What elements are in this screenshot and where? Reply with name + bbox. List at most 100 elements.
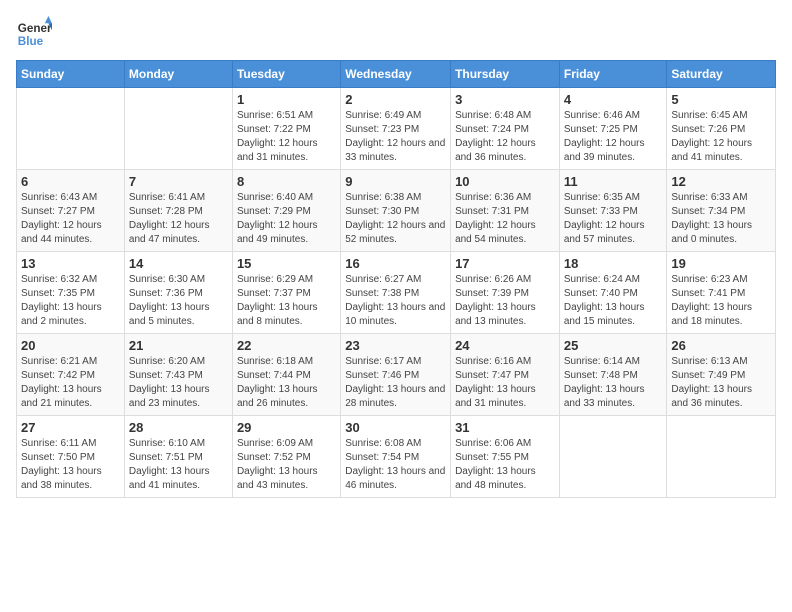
weekday-header-monday: Monday bbox=[124, 61, 232, 88]
calendar-cell: 29 Sunrise: 6:09 AM Sunset: 7:52 PM Dayli… bbox=[232, 416, 340, 498]
calendar-cell: 2 Sunrise: 6:49 AM Sunset: 7:23 PM Daylig… bbox=[341, 88, 451, 170]
calendar-cell: 14 Sunrise: 6:30 AM Sunset: 7:36 PM Dayli… bbox=[124, 252, 232, 334]
calendar-cell: 4 Sunrise: 6:46 AM Sunset: 7:25 PM Daylig… bbox=[559, 88, 667, 170]
calendar-cell: 30Sunrise: 6:08 AM Sunset: 7:54 PM Dayli… bbox=[341, 416, 451, 498]
day-number: 5 bbox=[671, 92, 771, 107]
day-number: 25 bbox=[564, 338, 663, 353]
day-number: 8 bbox=[237, 174, 336, 189]
day-info: Sunrise: 6:43 AM Sunset: 7:27 PM Dayligh… bbox=[21, 191, 120, 247]
calendar-cell: 31 Sunrise: 6:06 AM Sunset: 7:55 PM Dayli… bbox=[451, 416, 560, 498]
day-info: Sunrise: 6:48 AM Sunset: 7:24 PM Dayligh… bbox=[455, 109, 555, 165]
calendar-cell: 8 Sunrise: 6:40 AM Sunset: 7:29 PM Daylig… bbox=[232, 170, 340, 252]
calendar-cell: 18 Sunrise: 6:24 AM Sunset: 7:40 PM Dayli… bbox=[559, 252, 667, 334]
calendar-header-row: SundayMondayTuesdayWednesdayThursdayFrid… bbox=[17, 61, 776, 88]
calendar-cell: 3 Sunrise: 6:48 AM Sunset: 7:24 PM Daylig… bbox=[451, 88, 560, 170]
calendar-cell: 24 Sunrise: 6:16 AM Sunset: 7:47 PM Dayli… bbox=[451, 334, 560, 416]
day-number: 6 bbox=[21, 174, 120, 189]
day-number: 7 bbox=[129, 174, 228, 189]
calendar-cell: 22 Sunrise: 6:18 AM Sunset: 7:44 PM Dayli… bbox=[232, 334, 340, 416]
day-info: Sunrise: 6:17 AM Sunset: 7:46 PM Dayligh… bbox=[345, 355, 446, 411]
day-number: 24 bbox=[455, 338, 555, 353]
calendar-cell: 25 Sunrise: 6:14 AM Sunset: 7:48 PM Dayli… bbox=[559, 334, 667, 416]
calendar-cell: 21Sunrise: 6:20 AM Sunset: 7:43 PM Dayli… bbox=[124, 334, 232, 416]
day-number: 14 bbox=[129, 256, 228, 271]
day-info: Sunrise: 6:35 AM Sunset: 7:33 PM Dayligh… bbox=[564, 191, 663, 247]
calendar-week-5: 27 Sunrise: 6:11 AM Sunset: 7:50 PM Dayli… bbox=[17, 416, 776, 498]
day-info: Sunrise: 6:27 AM Sunset: 7:38 PM Dayligh… bbox=[345, 273, 446, 329]
day-info: Sunrise: 6:51 AM Sunset: 7:22 PM Dayligh… bbox=[237, 109, 336, 165]
calendar-cell: 19 Sunrise: 6:23 AM Sunset: 7:41 PM Dayli… bbox=[667, 252, 776, 334]
weekday-header-thursday: Thursday bbox=[451, 61, 560, 88]
day-info: Sunrise: 6:10 AM Sunset: 7:51 PM Dayligh… bbox=[129, 437, 228, 493]
calendar-cell: 7 Sunrise: 6:41 AM Sunset: 7:28 PM Daylig… bbox=[124, 170, 232, 252]
calendar-cell: 9 Sunrise: 6:38 AM Sunset: 7:30 PM Daylig… bbox=[341, 170, 451, 252]
day-info: Sunrise: 6:26 AM Sunset: 7:39 PM Dayligh… bbox=[455, 273, 555, 329]
calendar-week-1: 1 Sunrise: 6:51 AM Sunset: 7:22 PM Daylig… bbox=[17, 88, 776, 170]
svg-text:Blue: Blue bbox=[18, 35, 44, 48]
day-info: Sunrise: 6:38 AM Sunset: 7:30 PM Dayligh… bbox=[345, 191, 446, 247]
day-number: 26 bbox=[671, 338, 771, 353]
day-info: Sunrise: 6:32 AM Sunset: 7:35 PM Dayligh… bbox=[21, 273, 120, 329]
day-info: Sunrise: 6:23 AM Sunset: 7:41 PM Dayligh… bbox=[671, 273, 771, 329]
day-number: 18 bbox=[564, 256, 663, 271]
weekday-header-sunday: Sunday bbox=[17, 61, 125, 88]
day-info: Sunrise: 6:11 AM Sunset: 7:50 PM Dayligh… bbox=[21, 437, 120, 493]
day-info: Sunrise: 6:18 AM Sunset: 7:44 PM Dayligh… bbox=[237, 355, 336, 411]
calendar-cell: 17 Sunrise: 6:26 AM Sunset: 7:39 PM Dayli… bbox=[451, 252, 560, 334]
calendar-cell bbox=[17, 88, 125, 170]
day-info: Sunrise: 6:20 AM Sunset: 7:43 PM Dayligh… bbox=[129, 355, 228, 411]
day-number: 9 bbox=[345, 174, 446, 189]
day-info: Sunrise: 6:45 AM Sunset: 7:26 PM Dayligh… bbox=[671, 109, 771, 165]
calendar-table: SundayMondayTuesdayWednesdayThursdayFrid… bbox=[16, 60, 776, 498]
day-info: Sunrise: 6:14 AM Sunset: 7:48 PM Dayligh… bbox=[564, 355, 663, 411]
day-number: 2 bbox=[345, 92, 446, 107]
weekday-header-tuesday: Tuesday bbox=[232, 61, 340, 88]
day-info: Sunrise: 6:24 AM Sunset: 7:40 PM Dayligh… bbox=[564, 273, 663, 329]
logo-icon: General Blue bbox=[16, 16, 52, 52]
calendar-cell: 11Sunrise: 6:35 AM Sunset: 7:33 PM Dayli… bbox=[559, 170, 667, 252]
day-info: Sunrise: 6:49 AM Sunset: 7:23 PM Dayligh… bbox=[345, 109, 446, 165]
day-info: Sunrise: 6:16 AM Sunset: 7:47 PM Dayligh… bbox=[455, 355, 555, 411]
calendar-cell: 10 Sunrise: 6:36 AM Sunset: 7:31 PM Dayli… bbox=[451, 170, 560, 252]
weekday-header-wednesday: Wednesday bbox=[341, 61, 451, 88]
weekday-header-friday: Friday bbox=[559, 61, 667, 88]
svg-text:General: General bbox=[18, 22, 52, 35]
day-info: Sunrise: 6:09 AM Sunset: 7:52 PM Dayligh… bbox=[237, 437, 336, 493]
day-number: 15 bbox=[237, 256, 336, 271]
day-number: 20 bbox=[21, 338, 120, 353]
page-header: General Blue bbox=[16, 16, 776, 52]
logo: General Blue bbox=[16, 16, 52, 52]
day-number: 29 bbox=[237, 420, 336, 435]
day-info: Sunrise: 6:29 AM Sunset: 7:37 PM Dayligh… bbox=[237, 273, 336, 329]
day-number: 12 bbox=[671, 174, 771, 189]
day-number: 31 bbox=[455, 420, 555, 435]
day-number: 30 bbox=[345, 420, 446, 435]
day-info: Sunrise: 6:40 AM Sunset: 7:29 PM Dayligh… bbox=[237, 191, 336, 247]
day-number: 27 bbox=[21, 420, 120, 435]
calendar-cell: 15 Sunrise: 6:29 AM Sunset: 7:37 PM Dayli… bbox=[232, 252, 340, 334]
day-info: Sunrise: 6:46 AM Sunset: 7:25 PM Dayligh… bbox=[564, 109, 663, 165]
calendar-cell: 1 Sunrise: 6:51 AM Sunset: 7:22 PM Daylig… bbox=[232, 88, 340, 170]
day-number: 13 bbox=[21, 256, 120, 271]
day-number: 1 bbox=[237, 92, 336, 107]
calendar-cell: 5 Sunrise: 6:45 AM Sunset: 7:26 PM Daylig… bbox=[667, 88, 776, 170]
calendar-cell: 20 Sunrise: 6:21 AM Sunset: 7:42 PM Dayli… bbox=[17, 334, 125, 416]
day-number: 17 bbox=[455, 256, 555, 271]
day-info: Sunrise: 6:21 AM Sunset: 7:42 PM Dayligh… bbox=[21, 355, 120, 411]
day-number: 3 bbox=[455, 92, 555, 107]
day-number: 16 bbox=[345, 256, 446, 271]
day-number: 4 bbox=[564, 92, 663, 107]
calendar-cell: 12 Sunrise: 6:33 AM Sunset: 7:34 PM Dayli… bbox=[667, 170, 776, 252]
day-info: Sunrise: 6:06 AM Sunset: 7:55 PM Dayligh… bbox=[455, 437, 555, 493]
day-info: Sunrise: 6:36 AM Sunset: 7:31 PM Dayligh… bbox=[455, 191, 555, 247]
day-info: Sunrise: 6:33 AM Sunset: 7:34 PM Dayligh… bbox=[671, 191, 771, 247]
day-info: Sunrise: 6:30 AM Sunset: 7:36 PM Dayligh… bbox=[129, 273, 228, 329]
day-info: Sunrise: 6:41 AM Sunset: 7:28 PM Dayligh… bbox=[129, 191, 228, 247]
calendar-cell: 26Sunrise: 6:13 AM Sunset: 7:49 PM Dayli… bbox=[667, 334, 776, 416]
calendar-cell: 23Sunrise: 6:17 AM Sunset: 7:46 PM Dayli… bbox=[341, 334, 451, 416]
day-number: 10 bbox=[455, 174, 555, 189]
calendar-cell: 28Sunrise: 6:10 AM Sunset: 7:51 PM Dayli… bbox=[124, 416, 232, 498]
calendar-week-4: 20 Sunrise: 6:21 AM Sunset: 7:42 PM Dayli… bbox=[17, 334, 776, 416]
day-number: 19 bbox=[671, 256, 771, 271]
day-number: 22 bbox=[237, 338, 336, 353]
